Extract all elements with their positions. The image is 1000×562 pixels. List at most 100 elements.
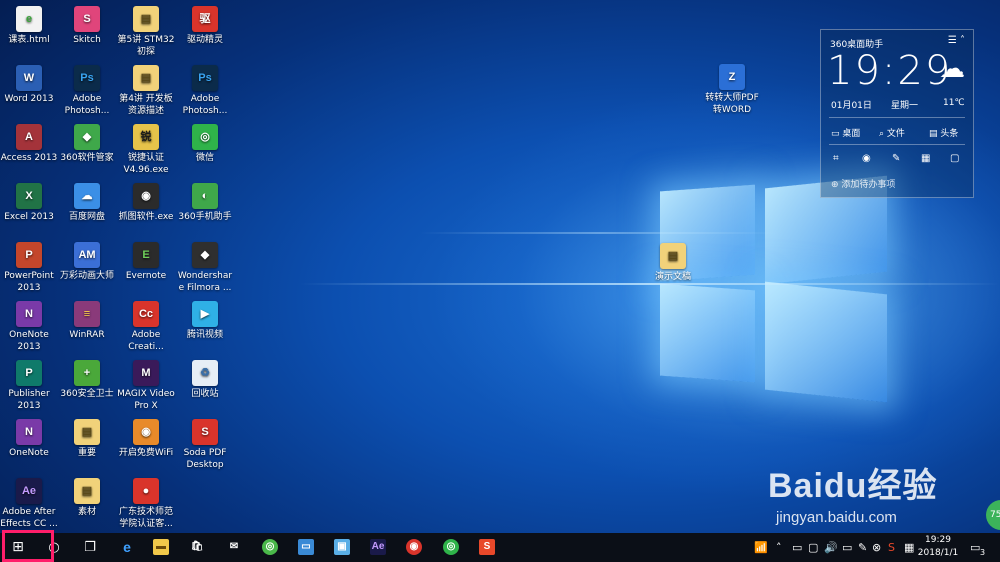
desktop-icon-label: 万彩动画大师 [59,271,114,281]
widget-add-todo[interactable]: ⊕ 添加待办事项 [831,177,895,190]
task-view-button[interactable]: ❐ [72,533,108,562]
taskbar-date[interactable]: 2018/1/1 [912,548,964,558]
desktop-icon-label: 回收站 [191,389,219,399]
notification-icon[interactable]: ▭ [970,541,980,554]
taskbar-360[interactable]: ◎ [252,533,288,562]
eye-icon[interactable]: ◉ [862,153,871,164]
taskbar-mail[interactable]: ✉ [216,533,252,562]
desktop-icon[interactable]: ▤ 素材 [58,478,116,518]
desktop-icon-label: Evernote [125,271,167,281]
wifi-icon[interactable]: 📶 [754,541,768,554]
divider [829,144,965,145]
widget-desktop-button[interactable]: ▭ 桌面 [831,126,860,139]
desktop-icon[interactable]: ▤ 第5讲 STM32初探 [117,6,175,58]
pen-icon[interactable]: ✎ [858,541,867,554]
taskbar-app[interactable]: ▣ [324,533,360,562]
app-icon: Z [719,64,745,90]
desktop-icon[interactable]: ◆ 360软件管家 [58,124,116,164]
desktop-icon[interactable]: ● 广东技术师范学院认证客... [117,478,175,530]
desktop-icon[interactable]: 锐锐捷认证V4.96.exe [117,124,175,176]
app-icon: Ps [192,65,218,91]
desktop-icon[interactable]: Ae Adobe After Effects CC ... [0,478,58,530]
desktop-icon[interactable]: ▶ 腾讯视频 [176,301,234,341]
desktop-icon[interactable]: ▤ 重要 [58,419,116,459]
taskbar-edge[interactable]: e [109,533,145,562]
sogou-tray-icon[interactable]: S [888,541,895,554]
desktop-icon[interactable]: ◉ 抓图软件.exe [117,183,175,223]
app-icon: ▶ [192,301,218,327]
desktop-icon[interactable]: ▤ 演示文稿 [644,243,702,283]
desktop-icon[interactable]: ▤ 第4讲 开发板资源描述 [117,65,175,117]
ae-icon: Ae [370,539,386,555]
watermark-url: jingyan.baidu.com [776,509,897,526]
taskbar: ⊞ ○ ❐ e ▬ 🛍 ✉ ◎ ▭ ▣ Ae ◉ ◎ S 📶 ˄ ▭ ▢ 🔊 ▭… [0,533,1000,562]
taskbar-app[interactable]: ▭ [288,533,324,562]
desktop-icon[interactable]: 驱驱动精灵 [176,6,234,46]
taskbar-sogou[interactable]: S [469,533,505,562]
desktop-icon[interactable]: W Word 2013 [0,65,58,105]
desktop-icon[interactable]: Ps Adobe Photosh... [58,65,116,117]
taskbar-wechat[interactable]: ◎ [433,533,469,562]
volume-icon[interactable]: 🔊 [824,541,838,554]
crop-icon[interactable]: ⌗ [833,153,839,164]
taskbar-after-effects[interactable]: Ae [360,533,396,562]
taskbar-netease-music[interactable]: ◉ [396,533,432,562]
app-icon: 锐 [133,124,159,150]
display-icon[interactable]: ▭ [792,541,802,554]
desktop-icon[interactable]: AM 万彩动画大师 [58,242,116,282]
app-icon: ◉ [133,183,159,209]
widget-file-button[interactable]: ⌕ 文件 [879,126,905,139]
calculator-icon[interactable]: ▦ [921,153,930,164]
chevron-up-icon[interactable]: ˄ [776,541,782,554]
desktop-icon-label: 开启免费WiFi [118,448,174,458]
desktop-icon[interactable]: E Evernote [117,242,175,282]
laptop-icon: ▭ [298,539,314,555]
taskbar-explorer[interactable]: ▬ [143,533,179,562]
desktop-icon[interactable]: M MAGIX Video Pro X [117,360,175,412]
desktop-icon[interactable]: ♻ 回收站 [176,360,234,400]
app-icon: E [133,242,159,268]
desktop-icon[interactable]: P PowerPoint 2013 [0,242,58,294]
app-icon: ◆ [74,124,100,150]
desktop-icon[interactable]: ◉ 开启免费WiFi [117,419,175,459]
widget-menu-icon[interactable]: ☰ ˄ [948,35,965,46]
light-beam [300,283,1000,285]
window-icon[interactable]: ▢ [950,153,959,164]
widget-clock: 19:29 [827,48,953,94]
desktop-icon[interactable]: S Soda PDF Desktop [176,419,234,471]
notification-count: 3 [980,548,986,557]
desktop-icon[interactable]: P Publisher 2013 [0,360,58,412]
desktop-icon[interactable]: N OneNote [0,419,58,459]
taskbar-time[interactable]: 19:29 [916,535,960,545]
desktop-icon[interactable]: Ps Adobe Photosh... [176,65,234,117]
widget-weekday: 星期一 [891,101,919,111]
battery-icon[interactable]: ▭ [842,541,852,554]
desktop-icon[interactable]: ◎ 微信 [176,124,234,164]
desktop-icon[interactable]: ≡ WinRAR [58,301,116,341]
app-icon: ◉ [133,419,159,445]
desktop-icon[interactable]: ☁ 百度网盘 [58,183,116,223]
chat-icon[interactable]: ▢ [808,541,818,554]
edit-icon[interactable]: ✎ [892,153,900,164]
edge-icon: e [123,539,131,555]
desktop-icon[interactable]: S Skitch [58,6,116,46]
desktop-icon-label: 腾讯视频 [186,330,223,340]
desktop-assistant-widget[interactable]: 360桌面助手 ☰ ˄ 19:29 ☁ 01月01日 星期一 11℃ ▭ 桌面 … [820,29,974,198]
desktop-icon[interactable]: +360安全卫士 [58,360,116,400]
app-icon: Cc [133,301,159,327]
close-circle-icon[interactable]: ⊗ [872,541,881,554]
desktop-icon[interactable]: A Access 2013 [0,124,58,164]
desktop-icon-label: Publisher 2013 [8,389,50,411]
desktop-icon[interactable]: X Excel 2013 [0,183,58,223]
desktop-icon[interactable]: Z 转转大师PDF转WORD [703,64,761,116]
desktop-icon[interactable]: ◆ Wondershare Filmora ... [176,242,234,294]
monitor-icon: ▭ [831,129,840,139]
desktop-icon[interactable]: N OneNote 2013 [0,301,58,353]
desktop-icon-label: Adobe Photosh... [182,94,228,116]
desktop-icon[interactable]: e 课表.html [0,6,58,46]
desktop-icon[interactable]: ◐ 360手机助手 [176,183,234,223]
taskbar-store[interactable]: 🛍 [179,533,215,562]
sogou-icon: S [479,539,495,555]
widget-news-button[interactable]: ▤ 头条 [929,126,958,139]
desktop-icon[interactable]: Cc Adobe Creati... [117,301,175,353]
